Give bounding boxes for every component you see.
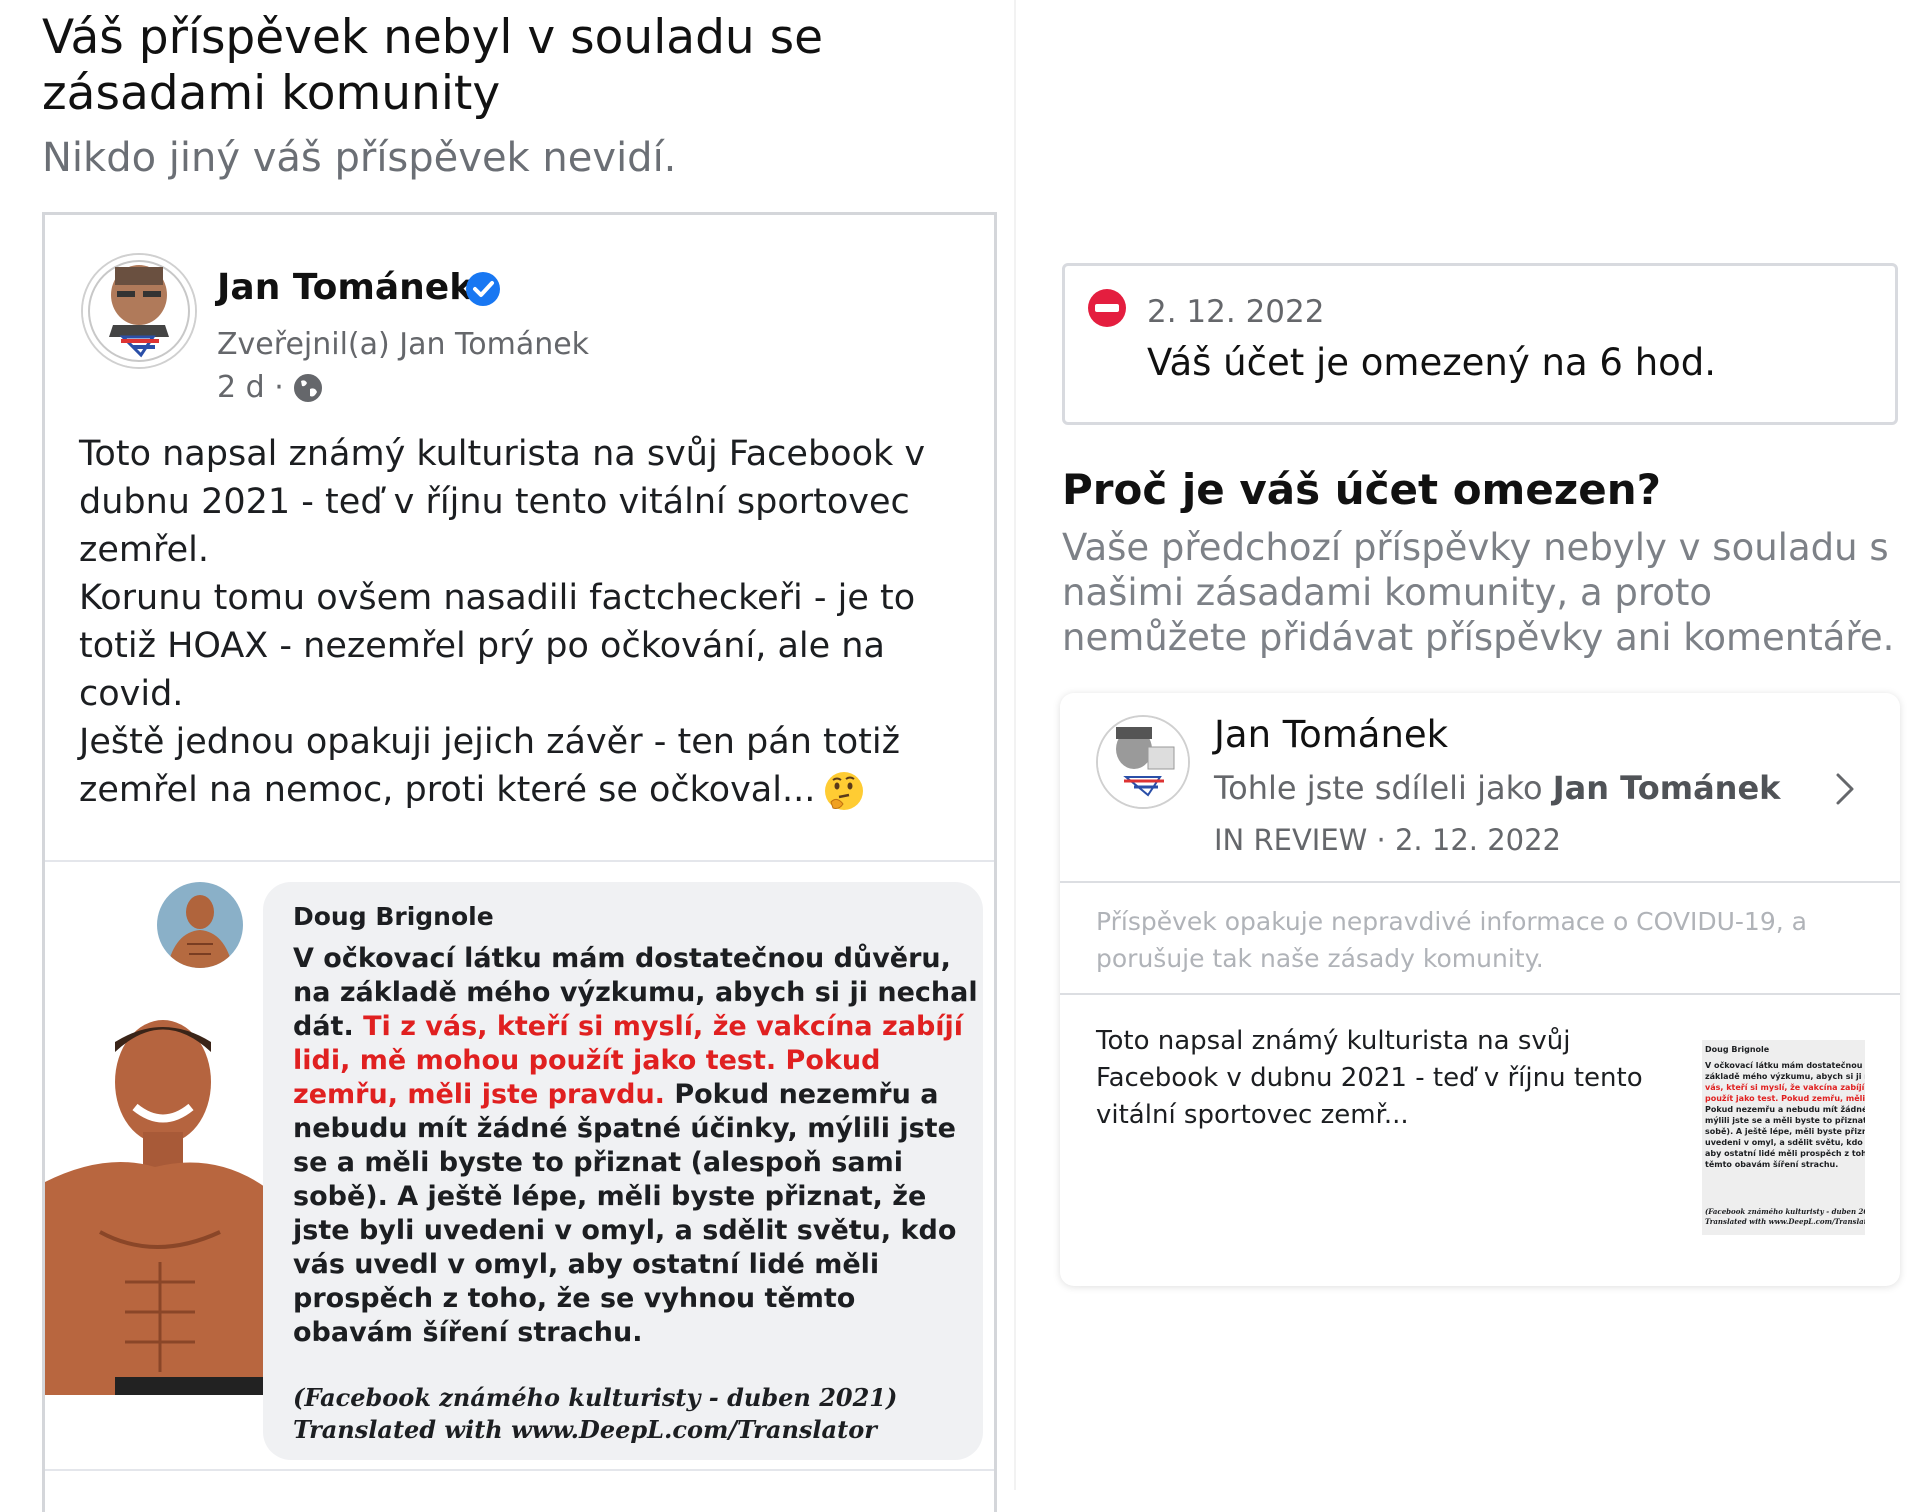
post-paragraph: Toto napsal známý kulturista na svůj Fac…: [79, 434, 926, 570]
post-shared-by: Zveřejnil(a) Jan Tománek: [217, 327, 590, 362]
globe-icon: [294, 374, 322, 402]
review-status: IN REVIEW · 2. 12. 2022: [1214, 823, 1562, 857]
quote-source: (Facebook známého kulturisty - duben 202…: [293, 1382, 983, 1446]
avatar[interactable]: [81, 253, 197, 369]
thumbnail-text-part: Pokud nezemřu a nebudu mít žádné špatné …: [1705, 1105, 1865, 1169]
thumbnail-text-part: V očkovací látku mám dostatečnou důvěru,…: [1705, 1061, 1865, 1081]
quote-bubble: Doug Brignole V očkovací látku mám dosta…: [263, 882, 983, 1460]
alert-message: Váš účet je omezený na 6 hod.: [1147, 341, 1717, 384]
thumbnail-source: (Facebook známého kulturisty - duben 202…: [1705, 1207, 1865, 1227]
avatar: [1096, 715, 1190, 809]
review-author-name: Jan Tománek: [1214, 713, 1449, 756]
review-shared-name: Jan Tománek: [1552, 769, 1781, 807]
quote-source-line: Translated with www.DeepL.com/Translator: [293, 1415, 877, 1444]
post-author-name[interactable]: Jan Tománek: [217, 267, 473, 308]
alert-date: 2. 12. 2022: [1147, 294, 1325, 330]
post-image[interactable]: Doug Brignole V očkovací látku mám dosta…: [45, 862, 994, 1469]
chevron-right-icon[interactable]: [1832, 769, 1858, 809]
post-paragraph: Korunu tomu ovšem nasadili factcheckeři …: [79, 578, 916, 714]
review-shared-prefix: Tohle jste sdíleli jako: [1214, 769, 1553, 807]
review-reason: Příspěvek opakuje nepravdivé informace o…: [1096, 907, 1807, 973]
restriction-alert: 2. 12. 2022 Váš účet je omezený na 6 hod…: [1062, 263, 1898, 425]
thumbnail-source-line: (Facebook známého kulturisty - duben 202…: [1705, 1207, 1865, 1216]
why-heading: Proč je váš účet omezen?: [1062, 465, 1661, 514]
page-title: Váš příspěvek nebyl v souladu se zásadam…: [42, 10, 824, 121]
thumbnail-source-line: Translated with www.DeepL.com/Translator: [1705, 1217, 1865, 1226]
review-card[interactable]: Jan Tománek Tohle jste sdíleli jako Jan …: [1060, 693, 1900, 1286]
quote-author-avatar: [157, 882, 243, 968]
verified-badge-icon: [466, 272, 500, 306]
page-subtitle: Nikdo jiný váš příspěvek nevidí.: [42, 135, 677, 181]
thumbnail-author: Doug Brignole: [1705, 1045, 1770, 1054]
quote-text: V očkovací látku mám dostatečnou důvěru,…: [293, 942, 983, 1350]
post-text: Toto napsal známý kulturista na svůj Fac…: [79, 430, 959, 814]
divider: [1060, 881, 1900, 883]
post-paragraph: Ještě jednou opakuji jejich závěr - ten …: [79, 718, 959, 814]
review-shared-as: Tohle jste sdíleli jako Jan Tománek: [1214, 769, 1780, 807]
no-entry-icon: [1088, 289, 1126, 327]
review-post-thumbnail: Doug Brignole V očkovací látku mám dosta…: [1702, 1040, 1865, 1235]
why-body: Vaše předchozí příspěvky nebyly v soulad…: [1062, 526, 1895, 659]
post-timestamp[interactable]: 2 d ·: [217, 370, 284, 405]
quote-text-part: Pokud nezemřu a nebudu mít žádné špatné …: [293, 1079, 957, 1348]
bodybuilder-photo: [45, 1012, 265, 1395]
post-paragraph-text: Ještě jednou opakuji jejich závěr - ten …: [79, 722, 900, 810]
left-panel: Váš příspěvek nebyl v souladu se zásadam…: [0, 0, 1010, 1512]
quote-source-line: (Facebook známého kulturisty - duben 202…: [293, 1383, 898, 1412]
panel-separator: [1014, 0, 1016, 1490]
post-card: Jan Tománek Zveřejnil(a) Jan Tománek 2 d…: [42, 212, 997, 1512]
thumbnail-text: V očkovací látku mám dostatečnou důvěru,…: [1705, 1060, 1865, 1170]
thinking-face-icon: [825, 772, 864, 810]
review-post-preview: Toto napsal známý kulturista na svůj Fac…: [1096, 1026, 1643, 1130]
divider: [1060, 993, 1900, 995]
quote-author-name: Doug Brignole: [293, 902, 494, 931]
divider: [45, 1469, 994, 1471]
